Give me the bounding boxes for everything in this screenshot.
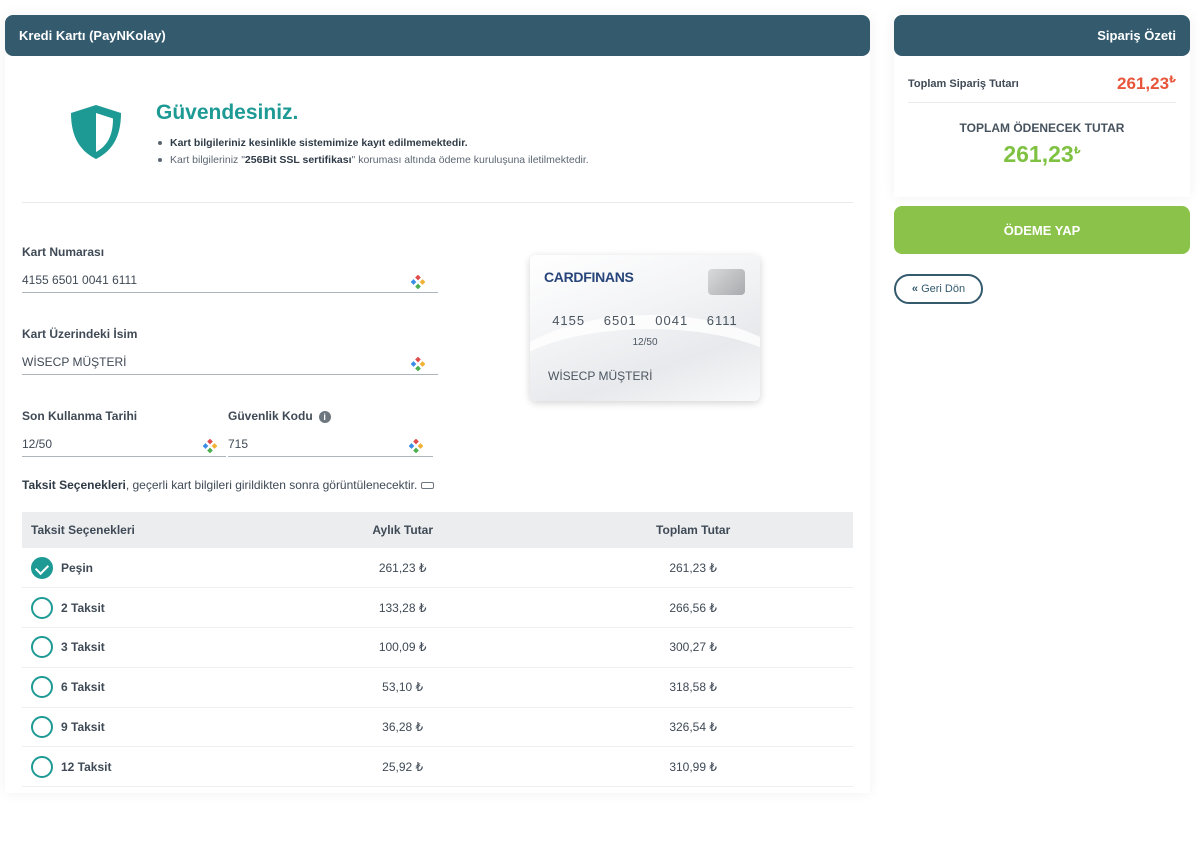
payment-panel-title: Kredi Kartı (PayNKolay)	[19, 28, 166, 43]
toggle-icon[interactable]	[421, 482, 435, 490]
card-number-field-group: Kart Numarası	[22, 245, 438, 297]
installment-label: Peşin	[61, 560, 94, 575]
secure-info-box: Güvendesiniz. Kart bilgileriniz kesinlik…	[22, 75, 853, 203]
installment-radio[interactable]	[31, 755, 53, 778]
installment-label: 6 Taksit	[61, 680, 105, 695]
header-monthly: Aylık Tutar	[272, 512, 534, 548]
autofill-icon[interactable]	[411, 275, 425, 289]
card-preview-number: 4155 6501 0041 6111	[552, 313, 738, 328]
autofill-icon[interactable]	[411, 357, 425, 371]
payable-amount: 261,23₺	[1003, 141, 1081, 167]
installment-label: 12 Taksit	[61, 759, 112, 774]
monthly-amount: 36,28 ₺	[272, 707, 534, 748]
installment-radio[interactable]	[31, 716, 53, 739]
installment-radio[interactable]	[31, 636, 53, 659]
installment-label: 3 Taksit	[61, 640, 105, 655]
order-summary-header: Sipariş Özeti	[894, 15, 1190, 56]
secure-info-line-1: Kart bilgileriniz kesinlikle sistemimize…	[156, 137, 589, 149]
order-total-row: Toplam Sipariş Tutarı 261,23₺	[908, 69, 1176, 103]
table-row[interactable]: 2 Taksit 133,28 ₺ 266,56 ₺	[22, 587, 853, 629]
installment-note: Taksit Seçenekleri, geçerli kart bilgile…	[22, 478, 435, 492]
card-preview: CARDFINANS 4155 6501 0041 6111 12/50 WİS…	[530, 255, 760, 401]
card-number-label: Kart Numarası	[22, 245, 105, 259]
header-installment: Taksit Seçenekleri	[22, 512, 272, 548]
monthly-amount: 25,92 ₺	[272, 746, 534, 788]
card-preview-holder: WİSECP MÜŞTERİ	[548, 369, 653, 383]
monthly-amount: 100,09 ₺	[272, 627, 534, 668]
table-row[interactable]: 6 Taksit 53,10 ₺ 318,58 ₺	[22, 667, 853, 708]
total-amount: 310,99 ₺	[533, 746, 853, 788]
order-summary-title: Sipariş Özeti	[1097, 28, 1176, 43]
double-chevron-left-icon: «	[911, 283, 919, 295]
installment-radio[interactable]	[31, 676, 53, 699]
card-number-input[interactable]	[22, 267, 438, 293]
autofill-icon[interactable]	[203, 439, 217, 453]
secure-title: Güvendesiniz.	[156, 101, 299, 124]
lira-icon: ₺	[1073, 145, 1081, 157]
payment-panel: Kredi Kartı (PayNKolay) Güvendesiniz. Ka…	[5, 15, 870, 793]
installment-label: 9 Taksit	[61, 720, 105, 735]
monthly-amount: 133,28 ₺	[272, 587, 534, 629]
secure-info-line-2: Kart bilgileriniz "256Bit SSL sertifikas…	[156, 154, 589, 166]
pay-button[interactable]: ÖDEME YAP	[894, 206, 1190, 254]
table-row[interactable]: 3 Taksit 100,09 ₺ 300,27 ₺	[22, 627, 853, 668]
table-row[interactable]: Peşin 261,23 ₺ 261,23 ₺	[22, 548, 853, 589]
expiry-label: Son Kullanma Tarihi	[22, 409, 138, 423]
installment-label: 2 Taksit	[61, 600, 105, 615]
expiry-input[interactable]	[22, 431, 226, 457]
card-name-field-group: Kart Üzerindeki İsim	[22, 327, 438, 379]
monthly-amount: 261,23 ₺	[272, 548, 534, 589]
monthly-amount: 53,10 ₺	[272, 667, 534, 708]
installment-table: Taksit Seçenekleri Aylık Tutar Toplam Tu…	[22, 512, 853, 788]
payable-label: TOPLAM ÖDENECEK TUTAR	[959, 121, 1125, 135]
secure-info-list: Kart bilgileriniz kesinlikle sistemimize…	[156, 137, 589, 171]
back-button[interactable]: « Geri Dön	[894, 274, 983, 304]
autofill-icon[interactable]	[409, 439, 423, 453]
order-total-amount: 261,23₺	[1117, 73, 1176, 93]
installment-radio-checked[interactable]	[31, 556, 53, 579]
ssl-text: 256Bit SSL sertifikası	[244, 154, 352, 166]
total-amount: 300,27 ₺	[533, 627, 853, 668]
expiry-field-group: Son Kullanma Tarihi	[22, 409, 226, 461]
cvv-input[interactable]	[228, 431, 433, 457]
payment-panel-header: Kredi Kartı (PayNKolay)	[5, 15, 870, 56]
total-amount: 266,56 ₺	[533, 587, 853, 629]
order-summary-panel: Sipariş Özeti Toplam Sipariş Tutarı 261,…	[894, 15, 1190, 197]
card-preview-expiry: 12/50	[632, 337, 658, 348]
card-name-label: Kart Üzerindeki İsim	[22, 327, 138, 341]
shield-icon	[71, 105, 121, 159]
order-total-label: Toplam Sipariş Tutarı	[908, 77, 1019, 90]
table-row[interactable]: 9 Taksit 36,28 ₺ 326,54 ₺	[22, 707, 853, 748]
cvv-field-group: Güvenlik Kodu i	[228, 409, 433, 461]
lira-icon: ₺	[1169, 73, 1176, 85]
table-row[interactable]: 12 Taksit 25,92 ₺ 310,99 ₺	[22, 746, 853, 788]
card-name-input[interactable]	[22, 349, 438, 375]
back-button-label: Geri Dön	[921, 283, 966, 295]
cvv-label: Güvenlik Kodu i	[228, 409, 433, 423]
installment-radio[interactable]	[31, 596, 53, 619]
card-brand-logo: CARDFINANS	[544, 269, 634, 285]
total-amount: 318,58 ₺	[533, 667, 853, 708]
card-chip-icon	[708, 269, 745, 295]
info-icon[interactable]: i	[318, 410, 331, 423]
total-amount: 326,54 ₺	[533, 707, 853, 748]
installment-table-header: Taksit Seçenekleri Aylık Tutar Toplam Tu…	[22, 512, 853, 548]
total-amount: 261,23 ₺	[533, 548, 853, 589]
header-total: Toplam Tutar	[533, 512, 853, 548]
